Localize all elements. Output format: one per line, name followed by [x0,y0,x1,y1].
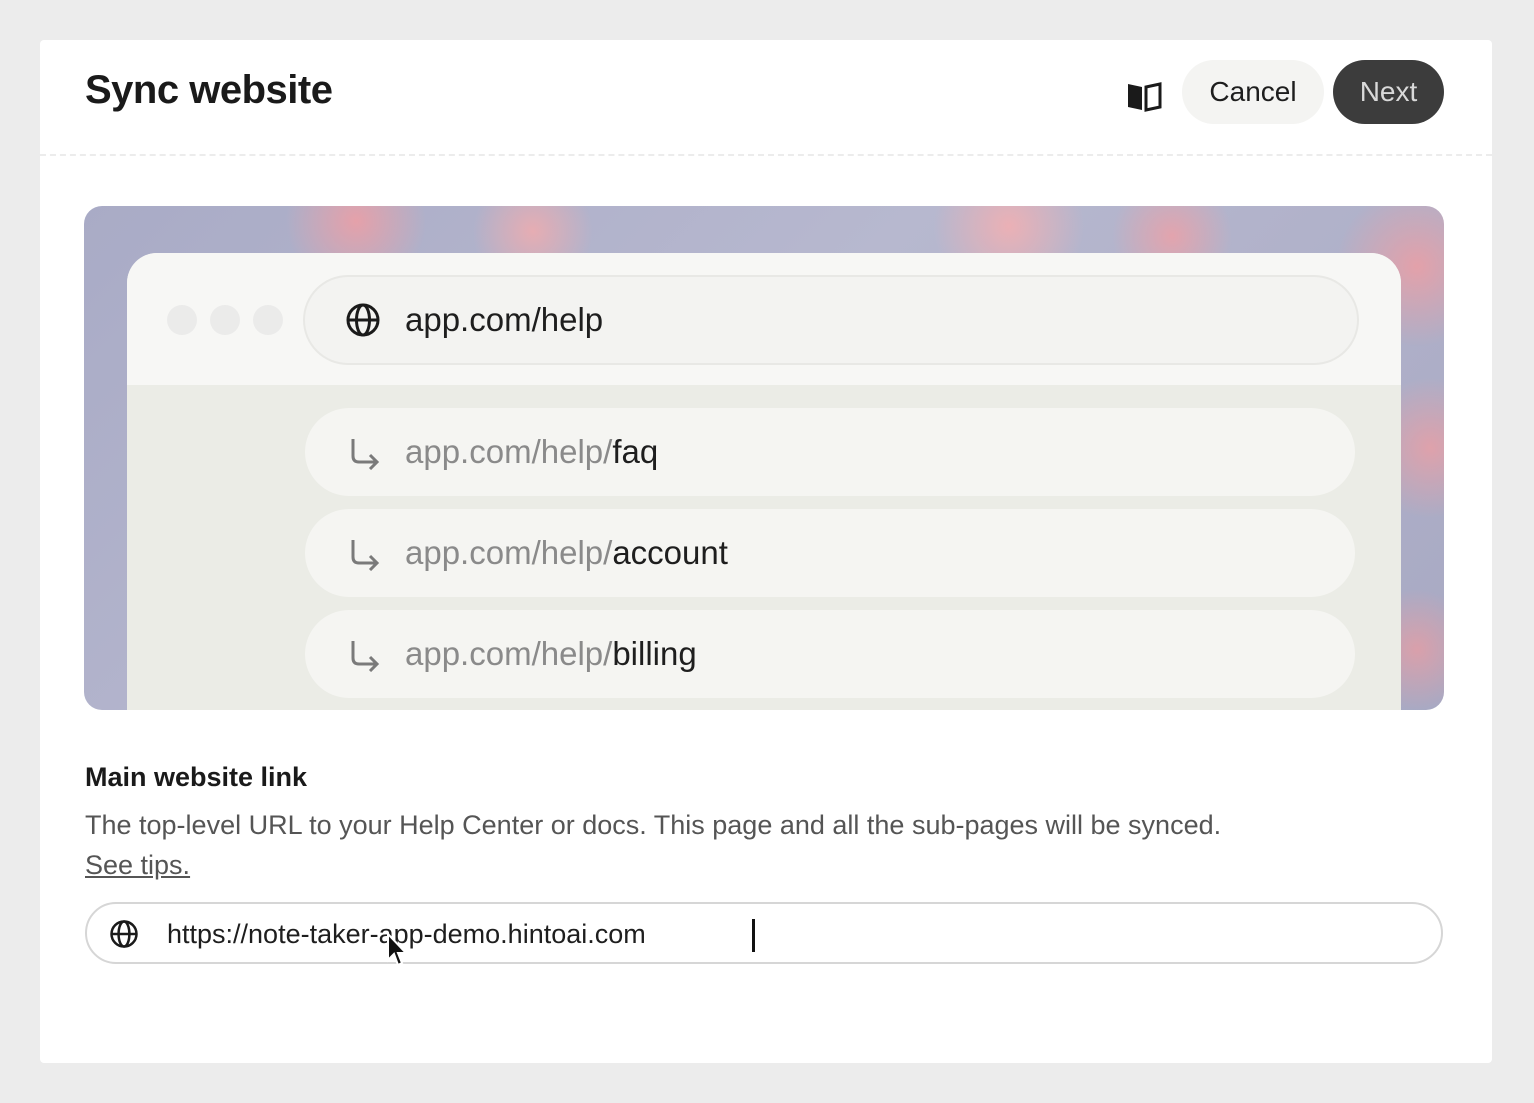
preview-subpage-row: app.com/help/billing [305,610,1355,698]
globe-icon [346,303,380,337]
mouse-pointer-icon [387,932,408,967]
subpage-arrow-icon [351,641,380,672]
browser-mockup: app.com/help app.com/help/faq app.com/he… [127,253,1401,710]
subpage-url: app.com/help/billing [405,635,697,672]
subpage-url: app.com/help/account [405,534,728,571]
window-dot [167,305,197,335]
dialog-header: Sync website Cancel Next [40,40,1492,156]
main-link-description: The top-level URL to your Help Center or… [85,810,1222,840]
window-dot [253,305,283,335]
book-icon[interactable] [1124,76,1164,116]
preview-subpage-row: app.com/help/faq [305,408,1355,496]
text-caret [752,919,755,952]
globe-icon [110,920,138,948]
see-tips-link[interactable]: See tips. [85,850,190,881]
website-url-input[interactable] [165,912,1409,956]
subpage-arrow-icon [351,540,380,571]
next-button[interactable]: Next [1333,60,1444,124]
main-link-label: Main website link [85,762,308,792]
window-dot [210,305,240,335]
sync-preview-illustration: app.com/help app.com/help/faq app.com/he… [84,206,1444,710]
page-title: Sync website [85,68,333,112]
preview-root-url: app.com/help [405,301,604,338]
sync-website-dialog: Sync website Cancel Next app.com/help ap… [40,40,1492,1063]
website-url-field[interactable] [85,902,1443,964]
subpage-url: app.com/help/faq [405,433,659,470]
subpage-arrow-icon [351,439,380,470]
preview-subpage-row: app.com/help/account [305,509,1355,597]
preview-url-bar: app.com/help [305,277,1357,363]
cancel-button[interactable]: Cancel [1182,60,1324,124]
